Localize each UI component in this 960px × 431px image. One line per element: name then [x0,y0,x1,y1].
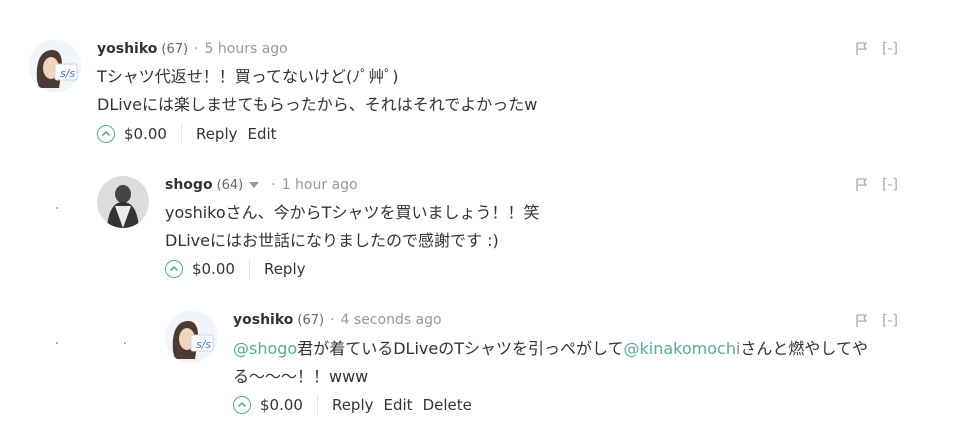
comment-tools: [-] [856,313,898,329]
comment-text: 君が着ているDLiveのTシャツを引っぺがして [297,339,624,358]
upvote-button[interactable] [165,260,183,278]
svg-text:s/s: s/s [60,67,75,80]
thread-dot [124,342,126,344]
comment-body: @shogo君が着ているDLiveのTシャツを引っぺがして@kinakomoch… [233,335,903,391]
delete-link[interactable]: Delete [423,396,472,414]
mention-link[interactable]: @shogo [233,339,297,358]
upvote-chevron-icon [237,401,247,408]
upvote-chevron-icon [101,130,111,137]
meta-separator: · [271,177,276,193]
divider [248,259,250,279]
avatar-yoshiko[interactable]: s/s [165,311,217,363]
comment-actions: $0.00 Reply Edit Delete [233,395,482,415]
upvote-button[interactable] [233,396,251,414]
thread-dot [56,207,58,209]
payout-value[interactable]: $0.00 [192,260,235,278]
comment-line: Tシャツ代返せ！！買ってないけど(ﾉﾟ艸ﾟ) [97,67,399,86]
comment-line: る〜〜〜！！www [233,367,369,386]
author-name[interactable]: yoshiko [97,41,157,57]
collapse-toggle[interactable]: [-] [882,41,898,57]
comment-body: Tシャツ代返せ！！買ってないけど(ﾉﾟ艸ﾟ) DLiveには楽しませてもらったか… [97,63,537,119]
comment-actions: $0.00 Reply [165,259,316,279]
comment-tools: [-] [856,177,898,193]
comment-meta: yoshiko (67) · 4 seconds ago [233,312,442,328]
flag-icon[interactable] [856,42,868,56]
svg-text:s/s: s/s [196,338,211,351]
payout-value[interactable]: $0.00 [124,125,167,143]
avatar-shogo[interactable] [97,176,149,228]
flag-icon[interactable] [856,314,868,328]
reply-link[interactable]: Reply [264,260,306,278]
collapse-toggle[interactable]: [-] [882,313,898,329]
comment-text: さんと燃やしてや [740,339,868,358]
comment-line: DLiveには楽しませてもらったから、それはそれでよかったw [97,95,538,114]
comment-actions: $0.00 Reply Edit [97,124,287,144]
edit-link[interactable]: Edit [384,396,413,414]
thread-dot [56,342,58,344]
divider [316,395,318,415]
timestamp[interactable]: 4 seconds ago [341,312,442,328]
comment-meta: yoshiko (67) · 5 hours ago [97,41,288,57]
meta-separator: · [194,41,199,57]
flag-icon[interactable] [856,178,868,192]
comment-line: DLiveにはお世話になりましたので感謝です :) [165,231,499,250]
reply-link[interactable]: Reply [196,125,238,143]
edit-link[interactable]: Edit [248,125,277,143]
comment-line: @shogo君が着ているDLiveのTシャツを引っぺがして@kinakomoch… [233,335,903,363]
reputation: (64) [216,177,244,193]
divider [180,124,182,144]
comment-tools: [-] [856,41,898,57]
collapse-toggle[interactable]: [-] [882,177,898,193]
payout-value[interactable]: $0.00 [260,396,303,414]
timestamp[interactable]: 1 hour ago [282,177,358,193]
author-name[interactable]: shogo [165,177,213,193]
mention-link[interactable]: @kinakomochi [624,339,741,358]
comment-meta: shogo (64) · 1 hour ago [165,177,358,193]
reply-link[interactable]: Reply [332,396,374,414]
comment-line: yoshikoさん、今からTシャツを買いましょう！！笑 [165,203,540,222]
comment-body: yoshikoさん、今からTシャツを買いましょう！！笑 DLiveにはお世話にな… [165,199,539,255]
avatar-yoshiko[interactable]: s/s [29,40,81,92]
dropdown-caret-icon[interactable] [249,182,260,188]
meta-separator: · [330,312,335,328]
upvote-chevron-icon [169,265,179,272]
upvote-button[interactable] [97,125,115,143]
reputation: (67) [161,41,189,57]
reputation: (67) [297,312,325,328]
timestamp[interactable]: 5 hours ago [205,41,288,57]
author-name[interactable]: yoshiko [233,312,293,328]
